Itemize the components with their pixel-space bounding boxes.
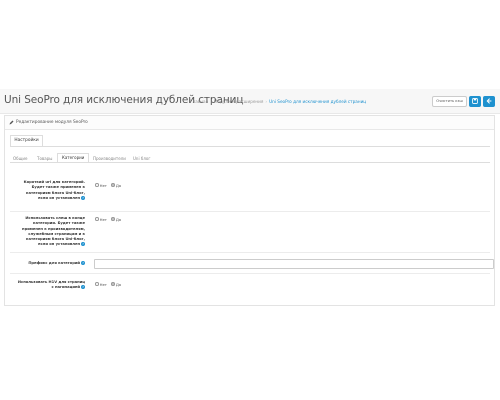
row-divider — [10, 252, 490, 253]
option-label: Да — [115, 182, 122, 188]
back-icon — [486, 98, 492, 104]
subtab-manufacturers[interactable]: Производители — [93, 156, 126, 161]
breadcrumb-home[interactable]: Главная — [190, 99, 208, 104]
page-header: Uni SeoPro для исключения дублей страниц… — [0, 89, 500, 114]
subtab-uni-blog[interactable]: Uni блог — [133, 156, 150, 161]
back-button[interactable] — [483, 96, 495, 107]
category-prefix-input[interactable] — [94, 259, 494, 269]
breadcrumb: Главная › Модули и расширения › Uni SeoPro д… — [190, 99, 366, 104]
h1v-pagination-radio-group: Нет Да — [95, 281, 124, 287]
short-url-label: Короткий url для категорий. Будет также … — [23, 180, 85, 200]
short-url-radio-group: Нет Да — [95, 182, 124, 188]
panel-heading: Редактирование модуля SeoPro — [5, 116, 494, 130]
clear-cache-button[interactable]: Очистить кэш — [432, 96, 467, 107]
option-label: Да — [115, 281, 122, 287]
h1v-pagination-label: Использовать H1V для страниц с пагинацие… — [17, 280, 85, 290]
help-icon[interactable]: ? — [81, 285, 85, 290]
row-divider — [10, 211, 490, 212]
trailing-slash-radio-group: Нет Да — [95, 216, 124, 222]
breadcrumb-separator: › — [265, 99, 268, 104]
pencil-icon — [9, 120, 14, 125]
subtab-general[interactable]: Общие — [13, 156, 27, 161]
row-divider — [10, 273, 490, 274]
trailing-slash-yes-radio[interactable] — [111, 217, 115, 221]
trailing-slash-label: Использовать слеш в конце категории. Буд… — [22, 216, 85, 247]
save-icon — [472, 98, 478, 104]
breadcrumb-current[interactable]: Uni SeoPro для исключения дублей страниц — [269, 99, 366, 104]
panel-title: Редактирование модуля SeoPro — [16, 120, 88, 125]
help-icon[interactable]: ? — [81, 195, 85, 200]
short-url-yes-radio[interactable] — [111, 183, 115, 187]
tabs-divider — [10, 146, 490, 147]
help-icon[interactable]: ? — [81, 242, 85, 247]
option-label: Нет — [99, 182, 107, 188]
breadcrumb-separator: › — [210, 99, 212, 104]
save-button[interactable] — [469, 96, 481, 107]
short-url-no-radio[interactable] — [95, 183, 99, 187]
option-label: Нет — [99, 281, 107, 287]
h1v-no-radio[interactable] — [95, 282, 99, 286]
trailing-slash-no-radio[interactable] — [95, 217, 99, 221]
edit-module-panel: Редактирование модуля SeoPro Настройки О… — [4, 115, 495, 306]
option-label: Нет — [99, 216, 107, 222]
subtabs-divider — [10, 162, 490, 163]
h1v-yes-radio[interactable] — [111, 282, 115, 286]
subtab-products[interactable]: Товары — [37, 156, 52, 161]
breadcrumb-modules[interactable]: Модули и расширения — [214, 99, 264, 104]
option-label: Да — [115, 216, 122, 222]
category-prefix-label: Префикс для категорий? — [28, 261, 85, 265]
help-icon[interactable]: ? — [81, 261, 85, 265]
